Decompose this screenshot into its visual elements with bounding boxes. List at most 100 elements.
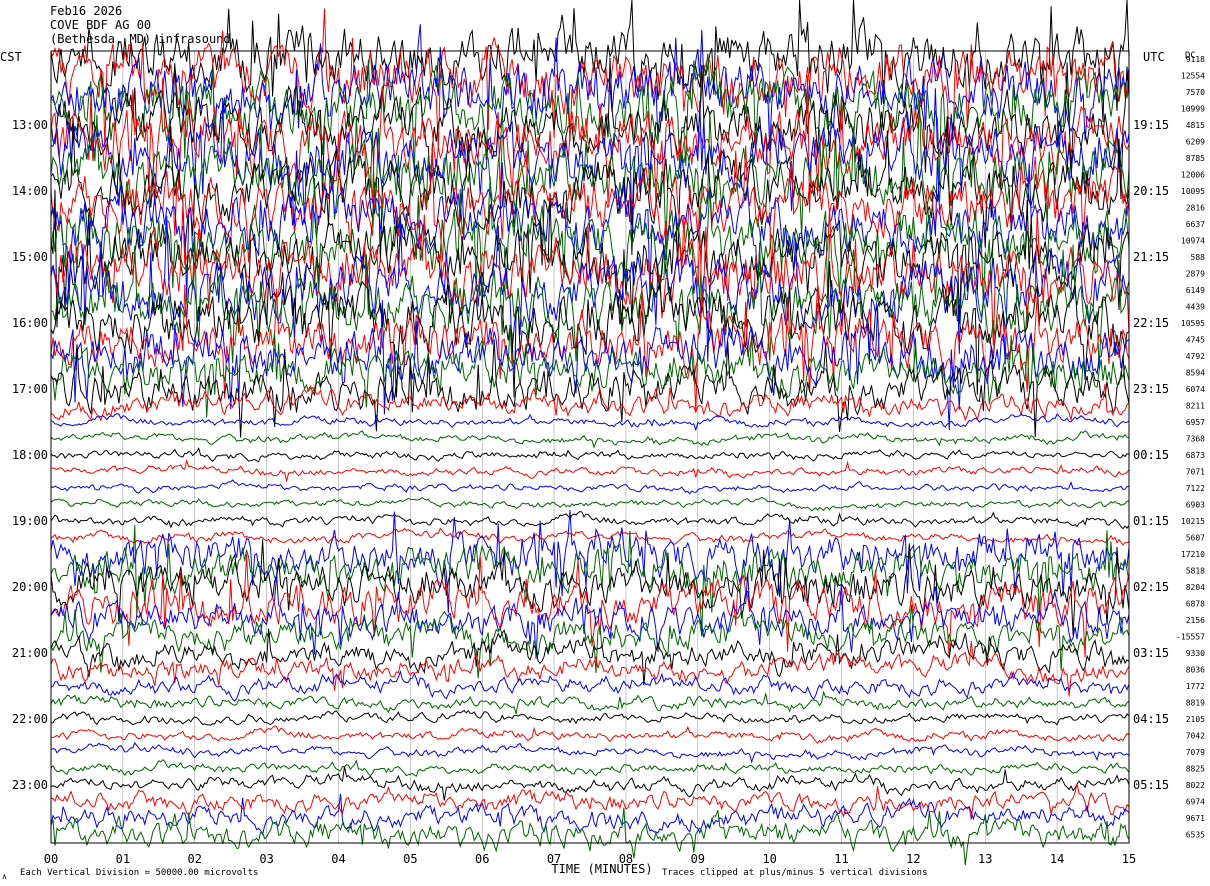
right-timezone-label: UTC (1143, 50, 1165, 64)
dc-offset-label: 10999 (1181, 105, 1205, 114)
trace-line (50, 510, 1130, 530)
dc-offset-label: 10095 (1181, 187, 1205, 196)
trace-line (50, 447, 1130, 463)
left-hour-label: 13:00 (12, 118, 48, 132)
right-hour-label: 02:15 (1133, 580, 1169, 594)
dc-offset-label: 8211 (1186, 402, 1205, 411)
x-tick-label: 13 (978, 852, 992, 866)
trace-line (50, 430, 1130, 449)
dc-offset-label: 7570 (1186, 88, 1205, 97)
dc-offset-label: 2879 (1186, 270, 1205, 279)
dc-offset-label: 12554 (1181, 72, 1205, 81)
trace-line (50, 628, 1130, 686)
left-hour-label: 16:00 (12, 316, 48, 330)
right-hour-label: 01:15 (1133, 514, 1169, 528)
trace-line (50, 759, 1130, 777)
trace-line (50, 742, 1130, 764)
dc-offset-label: 8022 (1186, 781, 1205, 790)
x-tick-label: 06 (475, 852, 489, 866)
dc-offset-label: 10215 (1181, 517, 1205, 526)
trace-line (50, 510, 1130, 614)
scale-note: Each Vertical Division = 50000.00 microv… (20, 868, 258, 878)
x-tick-label: 03 (259, 852, 273, 866)
trace-group (50, 0, 1130, 866)
left-timezone-label: CST (0, 50, 22, 64)
dc-offset-label: 8825 (1186, 765, 1205, 774)
trace-line (50, 458, 1130, 483)
trace-line (50, 807, 1130, 866)
dc-offset-label: -15557 (1176, 633, 1205, 642)
dc-offset-label: 2105 (1186, 715, 1205, 724)
x-tick-label: 05 (403, 852, 417, 866)
dc-offset-label: 10595 (1181, 319, 1205, 328)
dc-offset-label: 6074 (1186, 385, 1205, 394)
trace-line (50, 413, 1130, 432)
x-tick-label: 01 (116, 852, 130, 866)
dc-offset-label: 6957 (1186, 418, 1205, 427)
right-hour-label: 22:15 (1133, 316, 1169, 330)
dc-offset-label: 6878 (1186, 600, 1205, 609)
dc-offset-label: 7368 (1186, 435, 1205, 444)
dc-offset-label: 9671 (1186, 814, 1205, 823)
trace-line (50, 709, 1130, 726)
dc-offset-label: 4792 (1186, 352, 1205, 361)
dc-offset-label: 5607 (1186, 534, 1205, 543)
left-hour-label: 18:00 (12, 448, 48, 462)
x-tick-label: 04 (331, 852, 345, 866)
x-tick-label: 12 (906, 852, 920, 866)
trace-line (50, 793, 1130, 836)
dc-offset-label: 7079 (1186, 748, 1205, 757)
left-hour-label: 23:00 (12, 778, 48, 792)
x-tick-label: 02 (188, 852, 202, 866)
right-hour-label: 20:15 (1133, 184, 1169, 198)
clip-note: Traces clipped at plus/minus 5 vertical … (662, 868, 928, 878)
dc-offset-labels: 9118 12554 7570 10999 4815 6209 8785 12006 10095… (1176, 55, 1205, 840)
left-hour-label: 14:00 (12, 184, 48, 198)
trace-line (50, 383, 1130, 422)
right-hour-label: 19:15 (1133, 118, 1169, 132)
trace-line (50, 669, 1130, 702)
dc-offset-label: 10974 (1181, 237, 1205, 246)
dc-offset-label: 4815 (1186, 121, 1205, 130)
dc-offset-label: 6873 (1186, 451, 1205, 460)
x-axis-title: TIME (MINUTES) (551, 862, 652, 876)
trace-line (50, 725, 1130, 744)
dc-offset-label: 588 (1191, 253, 1206, 262)
right-hour-label: 21:15 (1133, 250, 1169, 264)
trace-line (50, 133, 1130, 271)
right-hour-label: 04:15 (1133, 712, 1169, 726)
dc-offset-label: 4439 (1186, 303, 1205, 312)
left-hour-labels: 13:00 14:00 15:00 16:00 17:00 18:00 19:00 20:00… (12, 118, 48, 792)
x-tick-label: 08 (619, 852, 633, 866)
corner-mark: ∧ (2, 872, 7, 881)
right-hour-label: 03:15 (1133, 646, 1169, 660)
dc-offset-label: 8819 (1186, 699, 1205, 708)
dc-offset-label: 6209 (1186, 138, 1205, 147)
dc-offset-label: 12006 (1181, 171, 1205, 180)
dc-offset-label: 7071 (1186, 468, 1205, 477)
x-tick-label: 11 (834, 852, 848, 866)
dc-offset-label: 5818 (1186, 567, 1205, 576)
dc-offset-label: 8036 (1186, 666, 1205, 675)
dc-offset-label: 7042 (1186, 732, 1205, 741)
dc-offset-label: 1772 (1186, 682, 1205, 691)
left-hour-label: 22:00 (12, 712, 48, 726)
dc-offset-label: 6149 (1186, 286, 1205, 295)
right-hour-label: 23:15 (1133, 382, 1169, 396)
left-hour-label: 17:00 (12, 382, 48, 396)
left-hour-label: 20:00 (12, 580, 48, 594)
dc-offset-label: 9330 (1186, 649, 1205, 658)
dc-offset-label: 8204 (1186, 583, 1205, 592)
dc-offset-label: 6535 (1186, 831, 1205, 840)
trace-line (50, 479, 1130, 495)
x-tick-label: 00 (44, 852, 58, 866)
dc-offset-label: 8785 (1186, 154, 1205, 163)
x-tick-label: 15 (1122, 852, 1136, 866)
right-hour-label: 05:15 (1133, 778, 1169, 792)
left-hour-label: 19:00 (12, 514, 48, 528)
left-hour-label: 21:00 (12, 646, 48, 660)
dc-offset-label: 6903 (1186, 501, 1205, 510)
x-tick-label: 09 (691, 852, 705, 866)
dc-offset-label: 7122 (1186, 484, 1205, 493)
dc-offset-label: 17210 (1181, 550, 1205, 559)
